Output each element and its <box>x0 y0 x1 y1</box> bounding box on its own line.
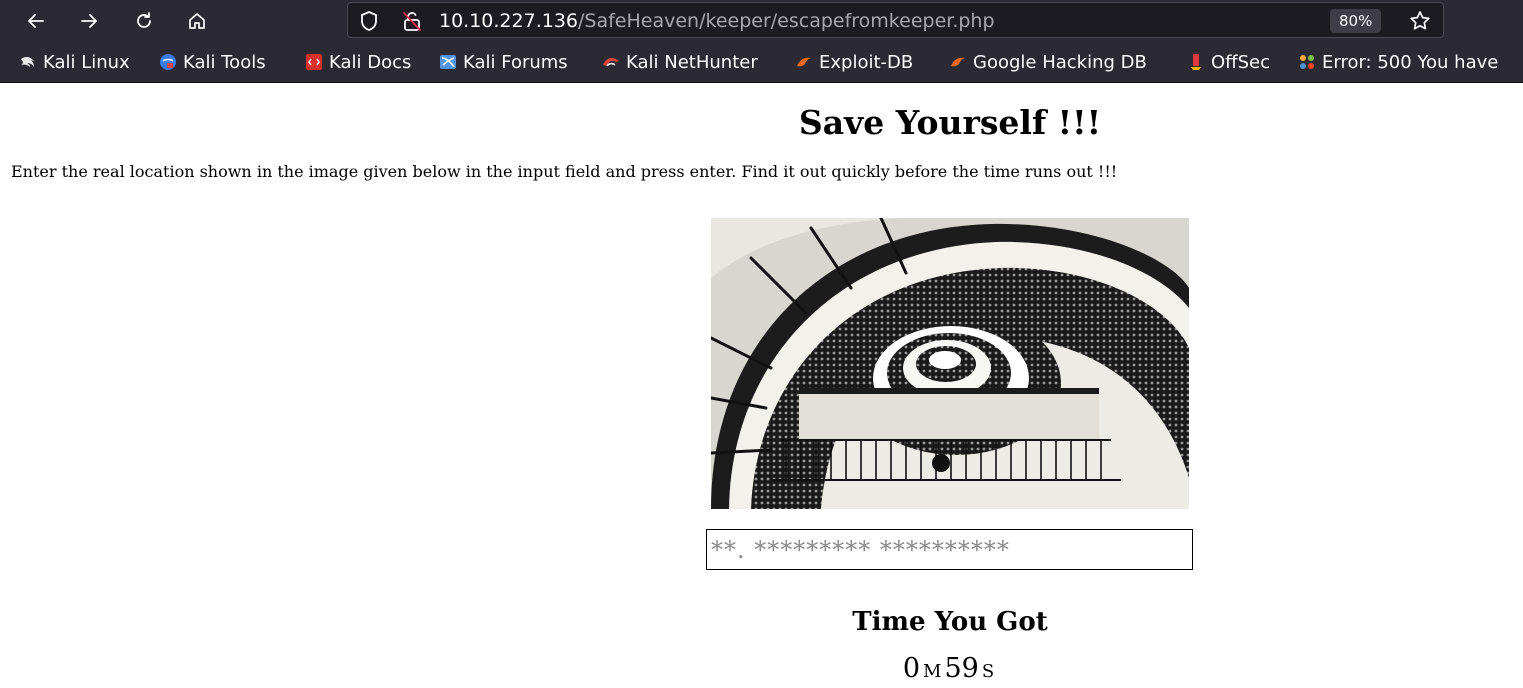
joomla-icon <box>1300 55 1314 69</box>
time-heading: Time You Got <box>852 607 1048 637</box>
bookmark-kali-nethunter[interactable]: Kali NetHunter <box>602 42 758 82</box>
bookmark-kali-docs[interactable]: Kali Docs <box>305 42 411 82</box>
timer-seconds-unit: S <box>981 661 995 682</box>
bookmark-label: Kali Docs <box>329 51 412 73</box>
bookmark-error-500[interactable]: Error: 500 You have <box>1298 42 1498 82</box>
bookmark-label: OffSec <box>1211 51 1270 73</box>
kali-docs-icon <box>306 54 322 70</box>
ghdb-icon <box>951 57 965 67</box>
bookmark-label: Exploit-DB <box>819 51 914 73</box>
bookmark-star-icon[interactable] <box>1408 9 1432 33</box>
browser-toolbar: 10.10.227.136/SafeHeaven/keeper/escapefr… <box>0 0 1523 42</box>
bookmark-kali-forums[interactable]: Kali Forums <box>439 42 568 82</box>
url-host: 10.10.227.136 <box>439 10 579 32</box>
bookmark-offsec[interactable]: OffSec <box>1187 42 1270 82</box>
home-button[interactable] <box>180 4 214 38</box>
bookmarks-toolbar: Kali Linux Kali Tools Kali Docs Kali For… <box>0 42 1523 83</box>
kali-dragon-icon <box>21 56 34 67</box>
reload-icon <box>137 12 151 28</box>
url-path: /SafeHeaven/keeper/escapefromkeeper.php <box>578 10 995 32</box>
home-icon <box>189 13 205 29</box>
bookmark-kali-linux[interactable]: Kali Linux <box>19 42 130 82</box>
zoom-level-button[interactable]: 80% <box>1330 9 1382 33</box>
bookmark-google-hacking-db[interactable]: Google Hacking DB <box>949 42 1147 82</box>
instructions-text: Enter the real location shown in the ima… <box>11 162 1118 181</box>
insecure-lock-icon[interactable] <box>401 10 423 32</box>
nethunter-icon <box>603 57 619 67</box>
spiral-staircase-image <box>711 218 1189 509</box>
timer-minutes-unit: M <box>923 661 942 682</box>
timer-seconds: 59 <box>944 653 979 684</box>
bookmark-label: Kali Tools <box>183 51 266 73</box>
bookmark-exploit-db[interactable]: Exploit-DB <box>795 42 913 82</box>
bookmark-label: Kali NetHunter <box>626 51 758 73</box>
bookmark-kali-tools[interactable]: Kali Tools <box>159 42 266 82</box>
page-title: Save Yourself !!! <box>798 103 1102 142</box>
reload-button[interactable] <box>127 4 161 38</box>
countdown-timer: 0 M 59 S <box>0 653 1523 688</box>
bookmark-label: Error: 500 You have <box>1322 51 1499 73</box>
bookmark-label: Kali Forums <box>463 51 568 73</box>
tracking-protection-shield-icon[interactable] <box>358 10 380 32</box>
bookmark-label: Kali Linux <box>43 51 130 73</box>
timer-minutes: 0 <box>902 653 921 684</box>
kali-tools-icon <box>160 54 176 70</box>
forward-button[interactable] <box>72 4 106 38</box>
kali-forums-icon <box>440 55 456 69</box>
bookmark-label: Google Hacking DB <box>973 51 1147 73</box>
address-bar[interactable]: 10.10.227.136/SafeHeaven/keeper/escapefr… <box>347 2 1444 38</box>
back-button[interactable] <box>19 4 53 38</box>
offsec-icon <box>1191 54 1201 70</box>
url-text[interactable]: 10.10.227.136/SafeHeaven/keeper/escapefr… <box>439 10 995 32</box>
forward-arrow-icon <box>81 14 97 28</box>
exploit-db-icon <box>797 57 811 67</box>
back-arrow-icon <box>28 14 44 28</box>
page-content: Save Yourself !!! Enter the real locatio… <box>0 83 1523 684</box>
location-answer-input[interactable] <box>706 529 1193 570</box>
spiral-staircase-picture <box>711 218 1189 509</box>
